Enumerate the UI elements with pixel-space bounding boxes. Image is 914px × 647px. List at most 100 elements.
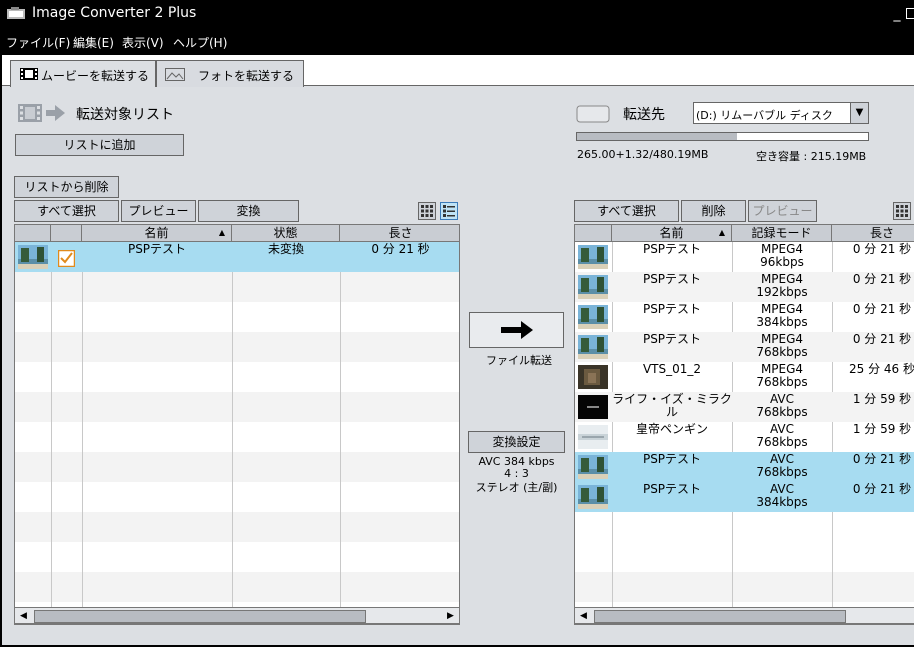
- tab-movie-label: ムービーを転送する: [41, 69, 150, 83]
- video-thumbnail: [578, 275, 608, 299]
- table-row[interactable]: PSPテスト AVC 768kbps 0 分 21 秒: [575, 452, 914, 482]
- table-row[interactable]: ライフ・イズ・ミラクル AVC 768kbps 1 分 59 秒: [575, 392, 914, 422]
- row-name: PSPテスト: [127, 242, 187, 256]
- left-col-status[interactable]: 状態: [232, 225, 340, 242]
- left-col-length[interactable]: 長さ: [340, 225, 459, 242]
- add-to-list-button[interactable]: リストに追加: [15, 134, 184, 156]
- left-preview-button[interactable]: プレビュー: [121, 200, 196, 222]
- row-length: 0 分 21 秒: [852, 482, 912, 496]
- tab-photo[interactable]: フォトを転送する: [156, 60, 304, 87]
- row-length: 25 分 46 秒: [849, 362, 914, 376]
- row-length: 0 分 21 秒: [852, 302, 912, 316]
- window-title: Image Converter 2 Plus: [32, 5, 197, 21]
- menu-file[interactable]: ファイル(F): [6, 34, 70, 51]
- right-col-mode[interactable]: 記録モード: [732, 225, 832, 242]
- remove-from-list-button[interactable]: リストから削除: [14, 176, 119, 198]
- tab-strip: ムービーを転送する フォトを転送する: [2, 55, 914, 87]
- video-thumbnail: [578, 455, 608, 479]
- video-thumbnail: [578, 335, 608, 359]
- right-select-all-button[interactable]: すべて選択: [574, 200, 679, 222]
- left-horizontal-scrollbar[interactable]: ◀ ▶: [14, 607, 460, 624]
- video-thumbnail: [18, 245, 48, 269]
- tab-photo-label: フォトを転送する: [198, 69, 295, 83]
- row-length: 0 分 21 秒: [852, 452, 912, 466]
- table-row[interactable]: 皇帝ペンギン AVC 768kbps 1 分 59 秒: [575, 422, 914, 452]
- thumbnail-view-icon[interactable]: [418, 202, 436, 220]
- row-length: 1 分 59 秒: [852, 422, 912, 436]
- title-bar: Image Converter 2 Plus _: [0, 0, 914, 29]
- video-thumbnail: [578, 395, 608, 419]
- usage-text: 265.00+1.32/480.19MB: [577, 148, 709, 161]
- row-mode-bitrate: 192kbps: [756, 285, 808, 299]
- checkbox-checked-icon[interactable]: [58, 250, 75, 267]
- scroll-left-icon[interactable]: ◀: [15, 609, 32, 624]
- destination-label: 転送先: [623, 107, 665, 123]
- row-name: 皇帝ペンギン: [635, 422, 708, 436]
- menu-bar: ファイル(F) 編集(E) 表示(V) ヘルプ(H): [0, 29, 914, 55]
- table-row[interactable]: PSPテスト AVC 384kbps 0 分 21 秒: [575, 482, 914, 512]
- right-preview-button[interactable]: プレビュー: [748, 200, 817, 222]
- delete-button[interactable]: 削除: [681, 200, 746, 222]
- chevron-down-icon[interactable]: ▼: [850, 103, 868, 123]
- row-length: 0 分 21 秒: [852, 272, 912, 286]
- row-name: ライフ・イズ・ミラクル: [612, 392, 732, 419]
- right-col-name[interactable]: 名前 ▲: [612, 225, 732, 242]
- sort-asc-icon: ▲: [718, 228, 725, 237]
- row-status: 未変換: [267, 242, 304, 256]
- video-thumbnail: [578, 425, 608, 449]
- scroll-thumb[interactable]: [34, 610, 366, 623]
- transfer-list-heading: 転送対象リスト: [76, 107, 174, 123]
- scroll-thumb[interactable]: [594, 610, 846, 623]
- table-row[interactable]: PSPテスト MPEG4 96kbps 0 分 21 秒: [575, 242, 914, 272]
- minimize-button[interactable]: _: [890, 6, 904, 22]
- convert-button[interactable]: 変換: [198, 200, 299, 222]
- tab-movie[interactable]: ムービーを転送する: [10, 60, 156, 87]
- main-content: ムービーを転送する フォトを転送する 転送対象リスト リストに追加 リストから削…: [2, 55, 914, 645]
- list-view-icon[interactable]: [440, 202, 458, 220]
- menu-view[interactable]: 表示(V): [122, 34, 164, 51]
- app-icon: [7, 7, 25, 19]
- row-mode-bitrate: 768kbps: [756, 465, 808, 479]
- row-name: PSPテスト: [642, 242, 702, 256]
- table-row[interactable]: PSPテスト MPEG4 384kbps 0 分 21 秒: [575, 302, 914, 332]
- row-length: 0 分 21 秒: [852, 332, 912, 346]
- video-thumbnail: [578, 245, 608, 269]
- maximize-button[interactable]: [906, 8, 914, 19]
- row-length: 0 分 21 秒: [371, 242, 430, 256]
- row-name: PSPテスト: [642, 482, 702, 496]
- row-length: 1 分 59 秒: [852, 392, 912, 406]
- usage-bar: [576, 132, 869, 141]
- left-table-row[interactable]: PSPテスト 未変換 0 分 21 秒: [15, 242, 459, 272]
- arrow-right-icon: [500, 321, 533, 339]
- destination-select[interactable]: (D:) リムーバブル ディスク ▼: [693, 102, 869, 124]
- table-row[interactable]: VTS_01_2 MPEG4 768kbps 25 分 46 秒: [575, 362, 914, 392]
- menu-help[interactable]: ヘルプ(H): [173, 34, 227, 51]
- table-row[interactable]: PSPテスト MPEG4 192kbps 0 分 21 秒: [575, 272, 914, 302]
- left-select-all-button[interactable]: すべて選択: [14, 200, 119, 222]
- photo-icon: [165, 68, 185, 81]
- destination-table[interactable]: 名前 ▲ 記録モード 長さ PSPテスト MPEG4 96kbps 0 分 21 秒 PS…: [574, 224, 914, 625]
- destination-value: (D:) リムーバブル ディスク: [696, 109, 833, 122]
- right-table-header: 名前 ▲ 記録モード 長さ: [575, 225, 914, 242]
- video-thumbnail: [578, 305, 608, 329]
- row-mode-bitrate: 768kbps: [756, 435, 808, 449]
- table-row[interactable]: PSPテスト MPEG4 768kbps 0 分 21 秒: [575, 332, 914, 362]
- right-col-name-label: 名前: [659, 226, 684, 240]
- file-transfer-label: ファイル転送: [486, 354, 552, 367]
- file-transfer-button[interactable]: [469, 312, 564, 348]
- row-mode-bitrate: 768kbps: [756, 405, 808, 419]
- conversion-settings-button[interactable]: 変換設定: [468, 431, 565, 453]
- video-thumbnail: [578, 365, 608, 389]
- filmstrip-arrow-icon: [18, 104, 65, 122]
- right-col-length[interactable]: 長さ: [832, 225, 914, 242]
- row-mode-bitrate: 384kbps: [756, 315, 808, 329]
- right-horizontal-scrollbar[interactable]: ◀: [574, 607, 914, 624]
- scroll-left-icon[interactable]: ◀: [575, 609, 592, 624]
- right-thumbnail-view-icon[interactable]: [893, 202, 911, 220]
- video-thumbnail: [578, 485, 608, 509]
- free-space-text: 空き容量 : 215.19MB: [756, 150, 867, 163]
- left-col-name[interactable]: 名前 ▲: [82, 225, 232, 242]
- scroll-right-icon[interactable]: ▶: [442, 609, 459, 624]
- menu-edit[interactable]: 編集(E): [73, 34, 114, 51]
- transfer-list-table[interactable]: 名前 ▲ 状態 長さ PSPテスト 未変換 0 分 21 秒: [14, 224, 460, 625]
